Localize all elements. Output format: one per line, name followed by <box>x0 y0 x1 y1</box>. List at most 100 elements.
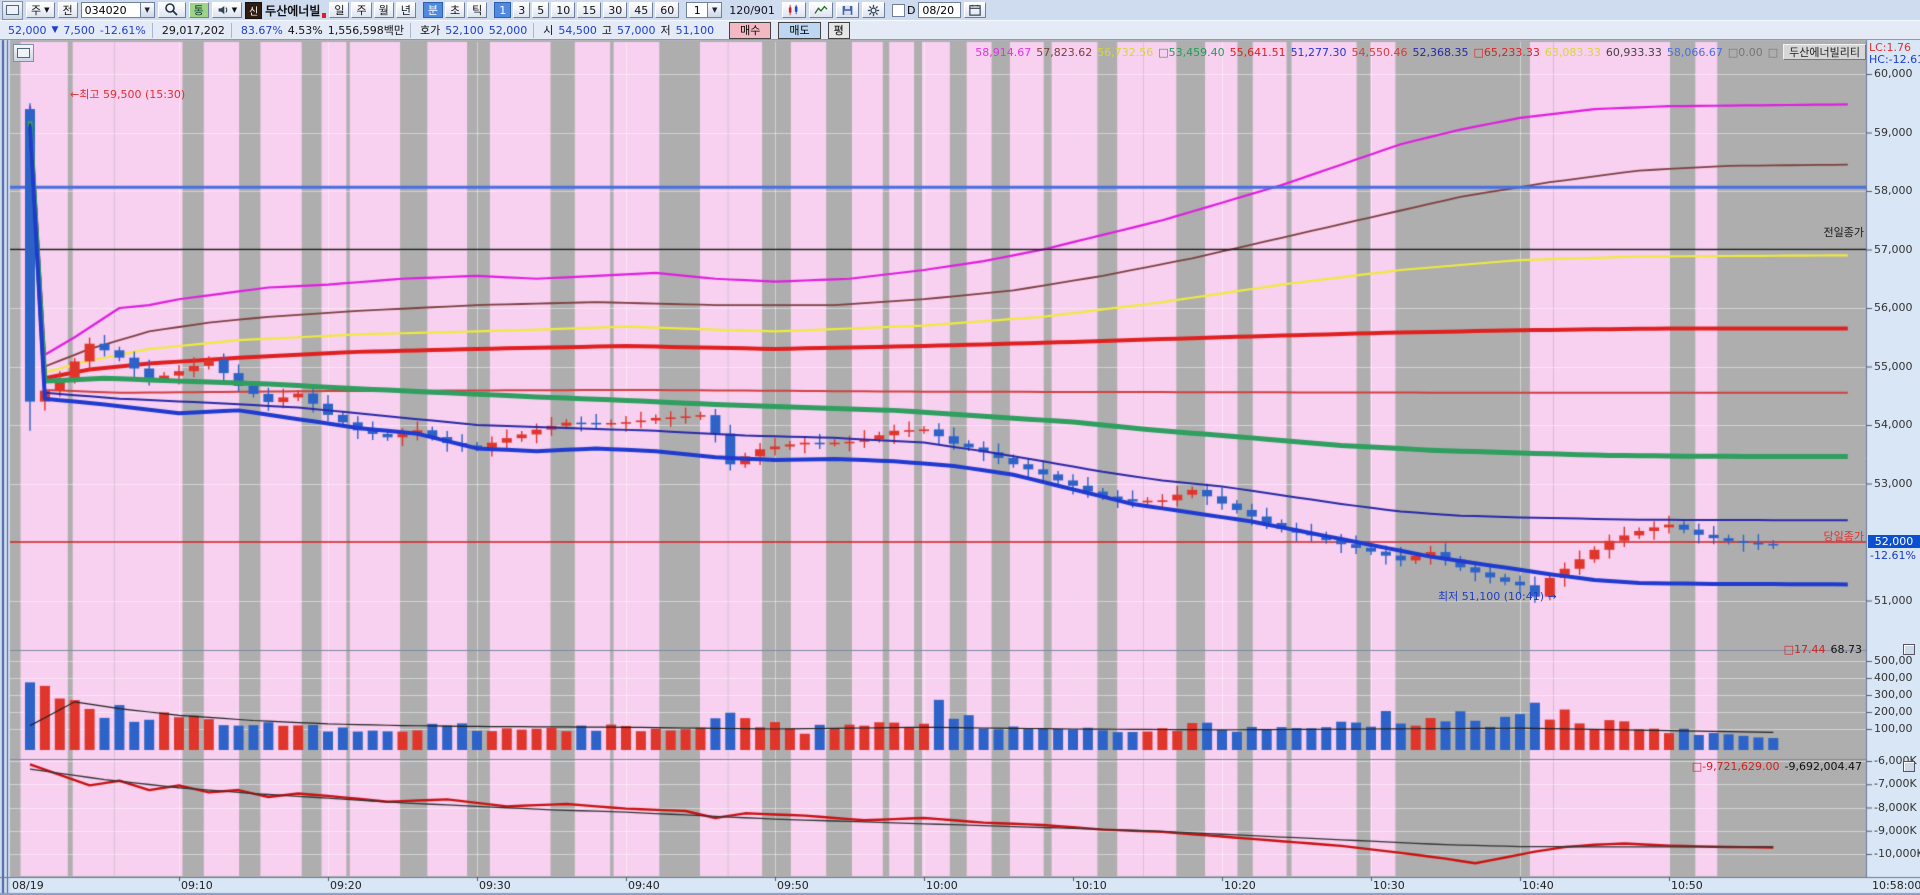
calendar-button[interactable] <box>964 2 987 18</box>
time-tick-label: 10:50 <box>1671 879 1703 892</box>
today-close-label: 당일종가 <box>1823 530 1864 543</box>
speaker-icon <box>218 5 228 15</box>
stock-name: 두산에너빌 <box>265 2 327 19</box>
alert-dot <box>322 12 327 18</box>
gear-icon <box>867 4 880 16</box>
search-icon <box>164 3 178 16</box>
price-change-pct: -12.61% <box>99 23 146 37</box>
chart-canvas[interactable] <box>0 0 1920 895</box>
flat-button[interactable]: 평 <box>827 21 850 39</box>
interval-button-60[interactable]: 60 <box>655 2 680 18</box>
price-tick-label: 54,000 <box>1874 418 1913 431</box>
stock-code-combo[interactable]: 034020 ▼ <box>80 2 155 18</box>
d-checkbox-label: D <box>906 3 916 17</box>
pane3-tick-label: -7,000K <box>1874 777 1917 791</box>
mode-button-틱[interactable]: 틱 <box>467 2 488 18</box>
prev-close-label: 전일종가 <box>1823 226 1864 239</box>
interval-button-45[interactable]: 45 <box>629 2 654 18</box>
indicator-value: 63,083.33 <box>1544 45 1601 59</box>
time-tick-label: 09:30 <box>479 879 511 892</box>
time-tick-label: 10:10 <box>1075 879 1107 892</box>
price-change: 7,500 <box>63 23 95 37</box>
price-tick-label: 56,000 <box>1874 301 1913 314</box>
save-icon <box>842 5 853 15</box>
low-annotation: 최저 51,100 (10:41) → <box>1438 590 1557 603</box>
time-tick-label: 10:00 <box>926 879 958 892</box>
price-tick-label: 60,000 <box>1874 67 1913 80</box>
mode-button-분[interactable]: 분 <box>422 2 443 18</box>
interval-button-30[interactable]: 30 <box>603 2 628 18</box>
sound-button[interactable]: ▼ <box>211 2 243 18</box>
period-button-년[interactable]: 년 <box>395 2 416 18</box>
period-button-주[interactable]: 주 <box>351 2 372 18</box>
indicator-value: 51,277.30 <box>1290 45 1347 59</box>
interval-button-1[interactable]: 1 <box>494 2 512 18</box>
high-label: 고 <box>601 24 612 37</box>
pane3-legend: □-9,721,629.00 -9,692,004.47 <box>1692 760 1862 773</box>
date-field[interactable]: 08/20 <box>918 2 962 18</box>
sell-button[interactable]: 매도 <box>778 21 821 39</box>
volume-tick-label: 100,00 <box>1874 722 1913 735</box>
hoga-bid: 52,000 <box>488 23 528 37</box>
indicator-value: 55,641.51 <box>1229 45 1286 59</box>
indicator-legend: 58,914.67 57,823.62 56,732.56 □53,459.40 55,… <box>975 44 1866 60</box>
jeon-button[interactable]: 전 <box>57 2 78 18</box>
candle-style-button[interactable] <box>781 2 806 18</box>
down-arrow-icon: ▼ <box>51 25 59 35</box>
time-tick-label: 09:50 <box>777 879 809 892</box>
pane3-tick-label: -9,000K <box>1874 823 1917 837</box>
toolbar: 주 ▼ 전 034020 ▼ 통 ▼ 신 두산에너빌 일주월년 분초틱 1 3 5 10 1… <box>0 0 1920 40</box>
last-price: 52,000 <box>8 23 47 37</box>
price-tick-label: 53,000 <box>1874 476 1913 490</box>
low-label: 저 <box>660 24 671 37</box>
interval-button-5[interactable]: 5 <box>532 2 550 18</box>
tong-button[interactable]: 통 <box>188 2 209 18</box>
interval-button-10[interactable]: 10 <box>551 2 576 18</box>
chevron-down-icon[interactable]: ▼ <box>707 3 722 17</box>
volume-indicator-value: 68.73 <box>1830 643 1863 656</box>
open-price: 54,500 <box>558 23 597 37</box>
chart-tool-icon[interactable] <box>13 44 34 62</box>
time-tick-label: 09:10 <box>181 879 213 892</box>
d-checkbox[interactable] <box>891 3 905 17</box>
indicator-value: □65,233.33 <box>1473 45 1540 59</box>
collapse-pane3-icon[interactable] <box>1903 761 1915 772</box>
chart-area: 60,000 59,000 58,000 57,000 56,000 55,000 54,0… <box>0 0 1920 895</box>
volume-tick-label: 200,00 <box>1874 705 1913 718</box>
time-tick-label: 10:30 <box>1373 879 1405 892</box>
turnover-pct: 4.53% <box>287 23 323 37</box>
save-button[interactable] <box>835 2 859 18</box>
bar-count: 120/901 <box>729 3 775 17</box>
mode-button-초[interactable]: 초 <box>444 2 466 18</box>
interval-button-15[interactable]: 15 <box>577 2 602 18</box>
period-type-combo[interactable]: 주 ▼ <box>26 2 55 18</box>
period-button-일[interactable]: 일 <box>329 2 350 18</box>
hoga-label: 호가 <box>419 24 441 37</box>
search-button[interactable] <box>157 2 186 18</box>
buy-button[interactable]: 매수 <box>729 21 772 39</box>
chevron-down-icon[interactable]: ▼ <box>139 3 154 17</box>
collapse-volume-pane-icon[interactable] <box>1903 644 1915 655</box>
window-icon[interactable] <box>2 0 23 20</box>
period-button-월[interactable]: 월 <box>373 2 394 18</box>
volume-tick-label: 300,00 <box>1874 688 1913 701</box>
price-tick-label: 57,000 <box>1874 242 1913 256</box>
line-style-button[interactable] <box>808 2 833 18</box>
time-tick-label: 10:20 <box>1224 879 1256 892</box>
volume-tick-label: 500,00 <box>1874 654 1913 667</box>
shin-credit-badge: 신 <box>245 1 263 19</box>
price-tick-label: 59,000 <box>1874 125 1913 139</box>
indicator-value: 58,914.67 <box>975 45 1032 59</box>
indicator-value: □ <box>1767 45 1779 59</box>
time-tick-label: 10:58:00 <box>1872 879 1920 892</box>
high-price: 57,000 <box>616 23 656 37</box>
volume-indicator-value: □17.44 <box>1783 643 1826 656</box>
hc-value: HC:-12.61 <box>1869 53 1920 66</box>
interval-button-3[interactable]: 3 <box>513 2 531 18</box>
settings-button[interactable] <box>861 2 885 18</box>
hoga-ask: 52,100 <box>445 23 484 37</box>
high-annotation: ←최고 59,500 (15:30) <box>70 88 186 101</box>
custom-interval-combo[interactable]: 1 ▼ <box>686 2 723 18</box>
open-label: 시 <box>543 24 554 37</box>
price-tick-label: 58,000 <box>1874 184 1913 197</box>
